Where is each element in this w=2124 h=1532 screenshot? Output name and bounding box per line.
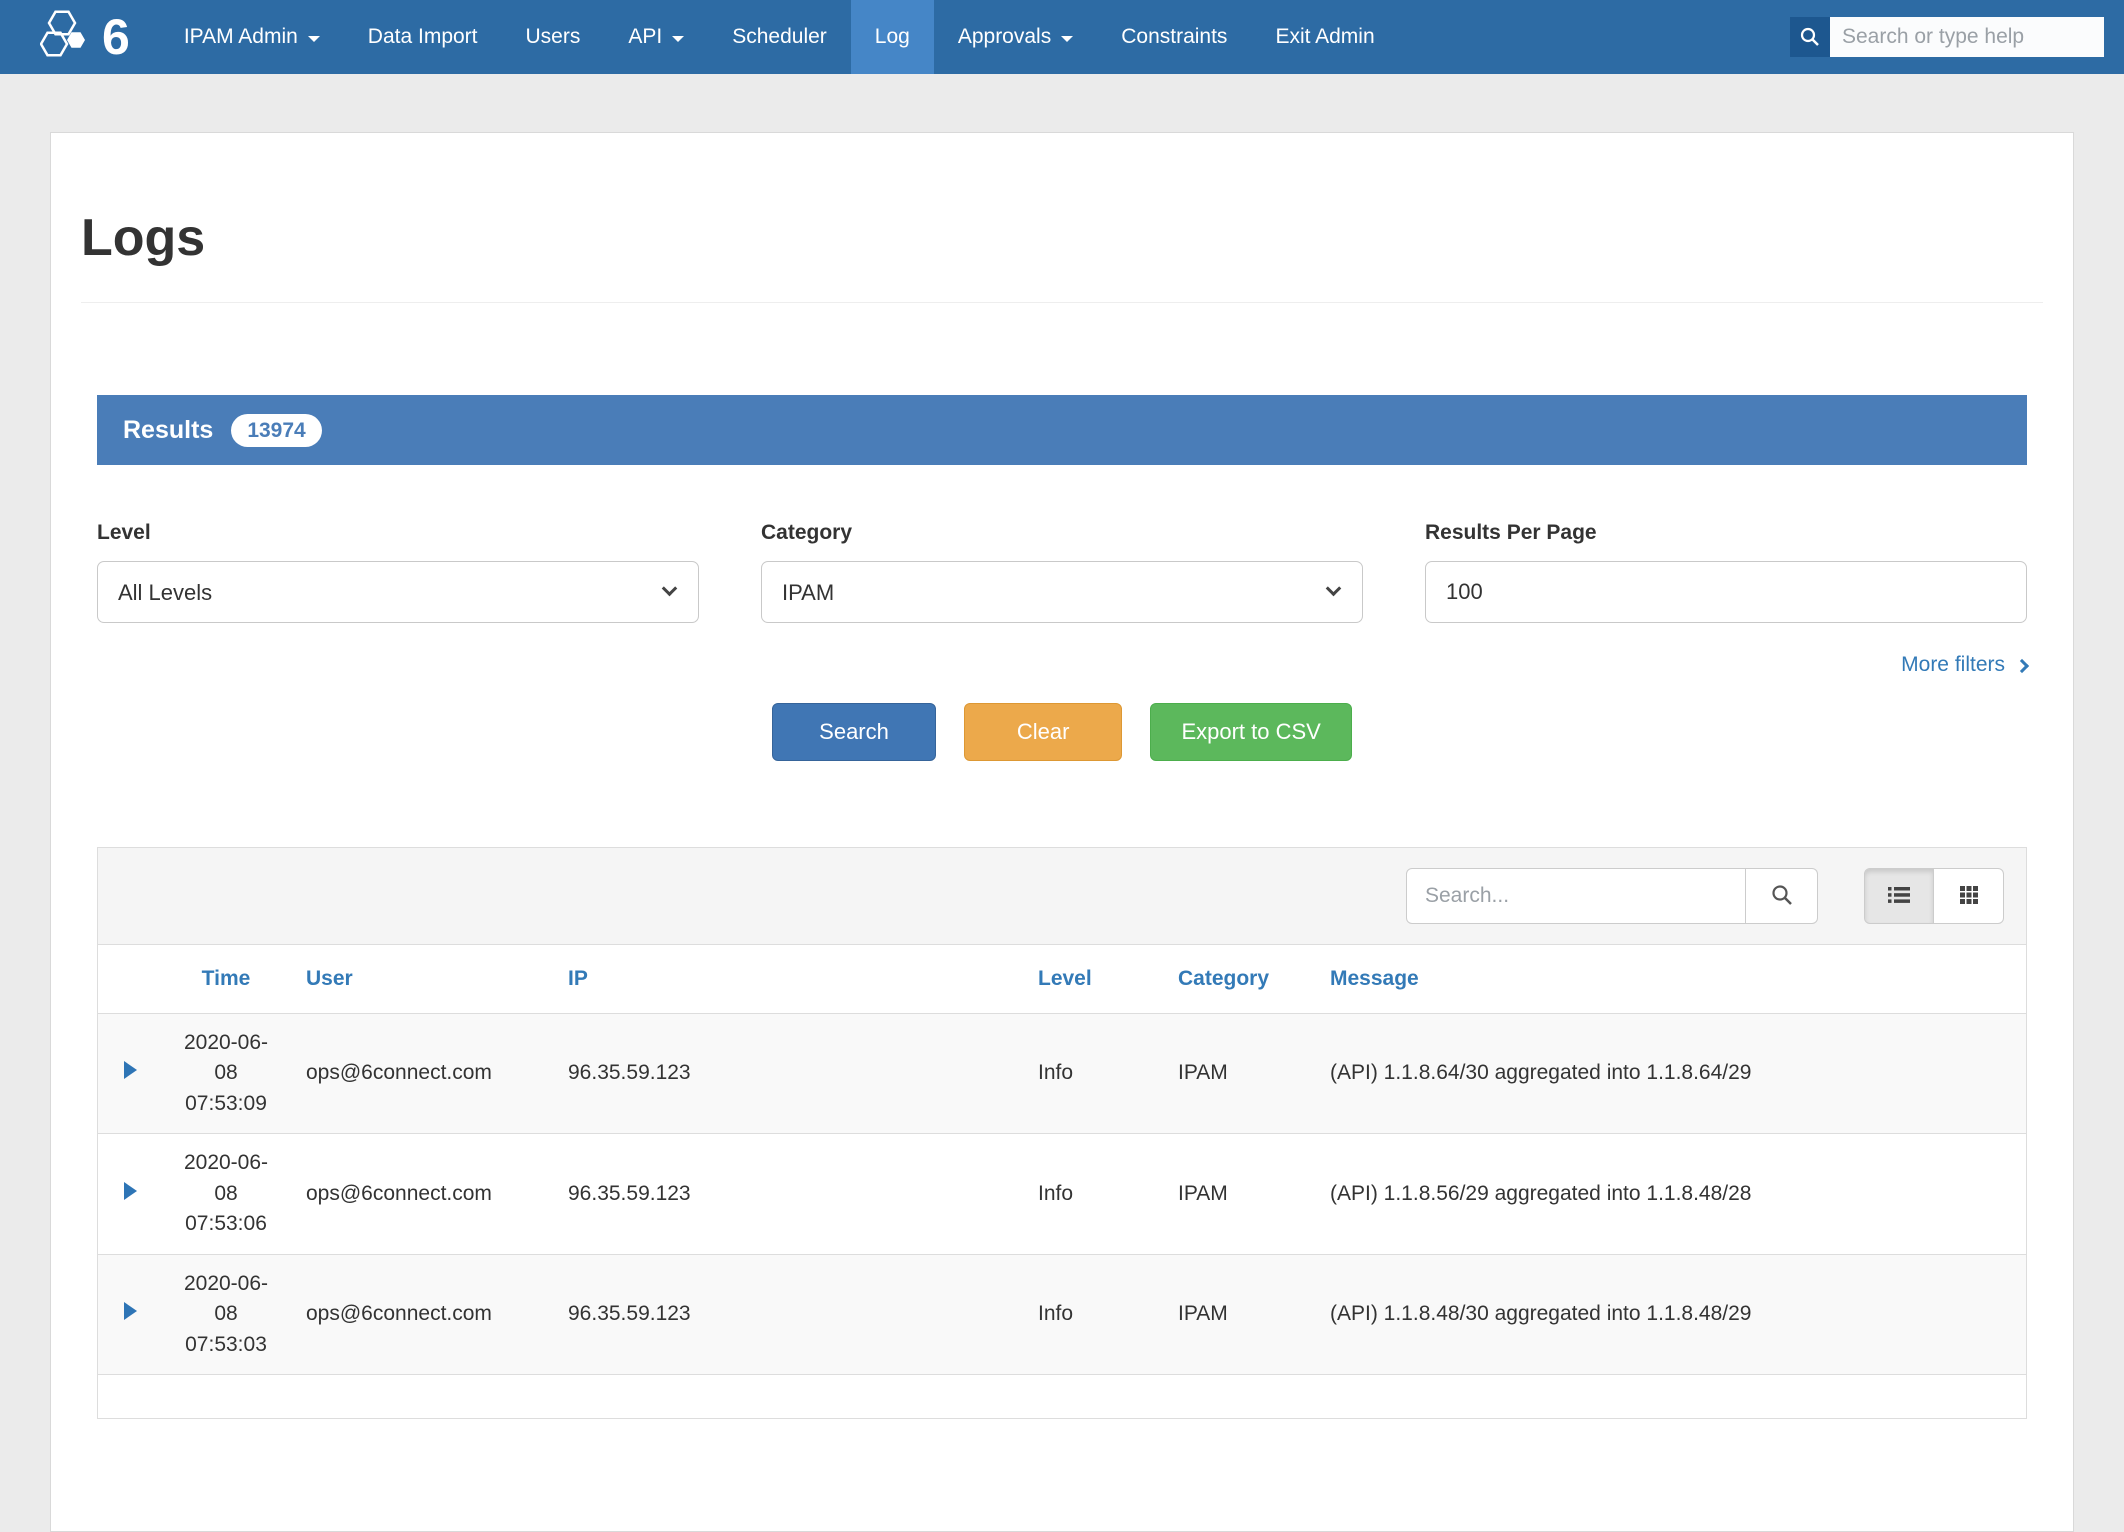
global-search-input[interactable] <box>1830 17 2104 57</box>
cell-level: Info <box>1024 1254 1164 1374</box>
cell-ip: 96.35.59.123 <box>554 1014 1024 1134</box>
table-search-group <box>1406 868 1818 924</box>
table-row: 2020-06-08 07:53:06 ops@6connect.com 96.… <box>98 1134 2026 1254</box>
category-select[interactable]: IPAM <box>761 561 1363 623</box>
table-toolbar <box>98 848 2026 945</box>
nav-item-api[interactable]: API <box>604 0 708 74</box>
nav-item-label: Log <box>875 25 910 49</box>
filter-per-page: Results Per Page <box>1425 521 2027 623</box>
cell-time: 2020-06-08 07:53:06 <box>160 1134 292 1254</box>
nav-item-constraints[interactable]: Constraints <box>1097 0 1251 74</box>
action-buttons: Search Clear Export to CSV <box>97 703 2027 761</box>
per-page-input[interactable] <box>1425 561 2027 623</box>
expand-row-icon[interactable] <box>124 1061 137 1079</box>
nav-item-approvals[interactable]: Approvals <box>934 0 1097 74</box>
grid-view-icon <box>1959 885 1979 908</box>
caret-down-icon <box>1061 36 1073 42</box>
list-view-icon <box>1887 885 1911 908</box>
col-header-user[interactable]: User <box>292 945 554 1014</box>
nav-item-log[interactable]: Log <box>851 0 934 74</box>
cell-level: Info <box>1024 1134 1164 1254</box>
cell-ip: 96.35.59.123 <box>554 1134 1024 1254</box>
cell-category: IPAM <box>1164 1014 1316 1134</box>
col-header-message[interactable]: Message <box>1316 945 2026 1014</box>
nav-item-label: Users <box>526 25 581 49</box>
hexagon-logo-icon <box>40 7 94 68</box>
nav-item-label: IPAM Admin <box>184 25 298 49</box>
level-label: Level <box>97 521 699 545</box>
table-row-partial <box>98 1374 2026 1418</box>
cell-time: 2020-06-08 07:53:03 <box>160 1254 292 1374</box>
nav-item-label: Scheduler <box>732 25 827 49</box>
cell-level: Info <box>1024 1014 1164 1134</box>
grid-view-button[interactable] <box>1934 868 2004 924</box>
nav-item-label: Approvals <box>958 25 1051 49</box>
log-table: Time User IP Level Category Message 2020… <box>98 945 2026 1418</box>
table-row: 2020-06-08 07:53:03 ops@6connect.com 96.… <box>98 1254 2026 1374</box>
log-table-panel: Time User IP Level Category Message 2020… <box>97 847 2027 1419</box>
caret-down-icon <box>308 36 320 42</box>
cell-user: ops@6connect.com <box>292 1254 554 1374</box>
nav-item-users[interactable]: Users <box>502 0 605 74</box>
brand-logo[interactable]: 6 <box>0 0 160 74</box>
chevron-right-icon <box>2015 659 2029 673</box>
cell-user: ops@6connect.com <box>292 1134 554 1254</box>
nav-item-label: Constraints <box>1121 25 1227 49</box>
cell-category: IPAM <box>1164 1134 1316 1254</box>
more-filters-link[interactable]: More filters <box>1901 653 2027 677</box>
list-view-button[interactable] <box>1864 868 1934 924</box>
nav-item-label: Exit Admin <box>1275 25 1374 49</box>
title-divider <box>81 302 2043 303</box>
expand-column-header <box>98 945 160 1014</box>
cell-category: IPAM <box>1164 1254 1316 1374</box>
cell-user: ops@6connect.com <box>292 1014 554 1134</box>
col-header-category[interactable]: Category <box>1164 945 1316 1014</box>
table-search-input[interactable] <box>1406 868 1746 924</box>
col-header-level[interactable]: Level <box>1024 945 1164 1014</box>
cell-message: (API) 1.1.8.56/29 aggregated into 1.1.8.… <box>1316 1134 2026 1254</box>
expand-row-icon[interactable] <box>124 1302 137 1320</box>
category-label: Category <box>761 521 1363 545</box>
clear-button[interactable]: Clear <box>964 703 1123 761</box>
cell-time: 2020-06-08 07:53:09 <box>160 1014 292 1134</box>
content-card: Logs Results 13974 Level All Levels Cate… <box>50 132 2074 1532</box>
cell-ip: 96.35.59.123 <box>554 1254 1024 1374</box>
cell-message: (API) 1.1.8.48/30 aggregated into 1.1.8.… <box>1316 1254 2026 1374</box>
search-icon <box>1770 883 1794 910</box>
nav-item-scheduler[interactable]: Scheduler <box>708 0 851 74</box>
table-header-row: Time User IP Level Category Message <box>98 945 2026 1014</box>
results-section: Results 13974 Level All Levels Category … <box>81 395 2043 1419</box>
top-navbar: 6 IPAM Admin Data Import Users API Sched… <box>0 0 2124 74</box>
nav-item-exit-admin[interactable]: Exit Admin <box>1251 0 1398 74</box>
page-title: Logs <box>81 208 2043 268</box>
col-header-time[interactable]: Time <box>160 945 292 1014</box>
nav-item-label: API <box>628 25 662 49</box>
main-menu: IPAM Admin Data Import Users API Schedul… <box>160 0 1399 74</box>
table-row: 2020-06-08 07:53:09 ops@6connect.com 96.… <box>98 1014 2026 1134</box>
cell-message: (API) 1.1.8.64/30 aggregated into 1.1.8.… <box>1316 1014 2026 1134</box>
expand-row-icon[interactable] <box>124 1182 137 1200</box>
view-toggle <box>1864 868 2004 924</box>
filter-bar: Level All Levels Category IPAM <box>97 521 2027 623</box>
search-icon[interactable] <box>1790 17 1830 57</box>
nav-item-label: Data Import <box>368 25 478 49</box>
results-panel-header: Results 13974 <box>97 395 2027 465</box>
table-search-button[interactable] <box>1746 868 1818 924</box>
per-page-label: Results Per Page <box>1425 521 2027 545</box>
col-header-ip[interactable]: IP <box>554 945 1024 1014</box>
nav-item-data-import[interactable]: Data Import <box>344 0 502 74</box>
brand-number: 6 <box>102 12 130 62</box>
results-count-badge: 13974 <box>231 414 321 447</box>
more-filters-label: More filters <box>1901 653 2005 677</box>
search-button[interactable]: Search <box>772 703 936 761</box>
more-filters-row: More filters <box>97 653 2027 677</box>
filter-category: Category IPAM <box>761 521 1363 623</box>
global-search <box>1790 0 2104 74</box>
export-csv-button[interactable]: Export to CSV <box>1150 703 1351 761</box>
level-select[interactable]: All Levels <box>97 561 699 623</box>
results-panel-title: Results <box>123 416 213 445</box>
filter-level: Level All Levels <box>97 521 699 623</box>
nav-item-ipam-admin[interactable]: IPAM Admin <box>160 0 344 74</box>
caret-down-icon <box>672 36 684 42</box>
